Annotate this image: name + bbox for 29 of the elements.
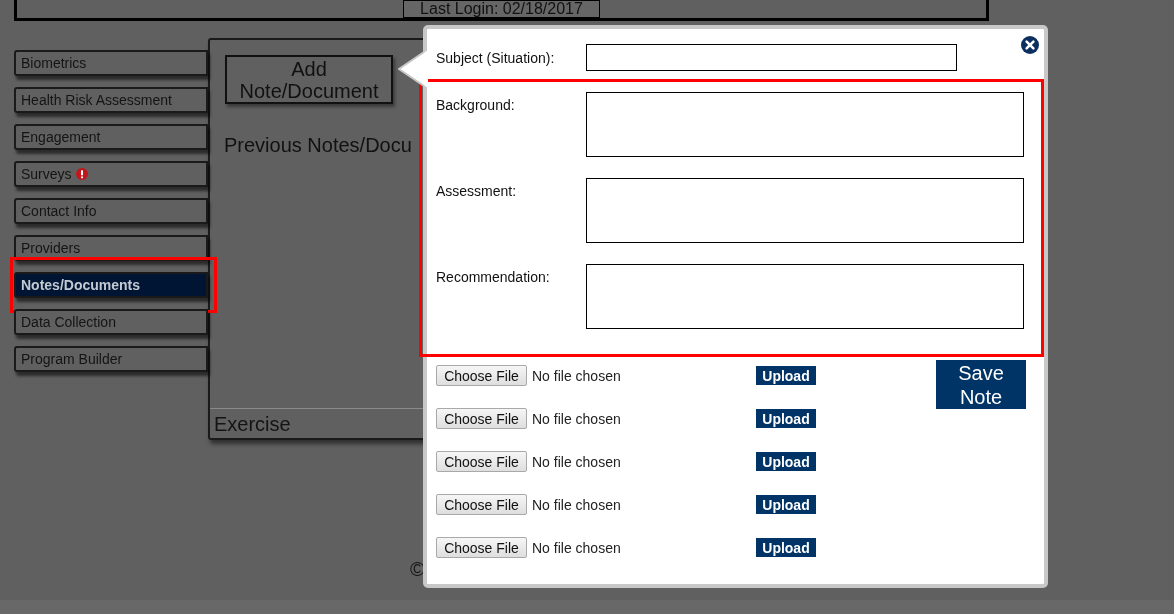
close-icon[interactable] [1021,36,1039,54]
text-area-field[interactable] [586,264,1024,329]
choose-file-button[interactable]: Choose File [436,408,527,429]
file-status-text: No file chosen [532,367,622,384]
upload-button[interactable]: Upload [756,538,816,557]
text-area-field[interactable] [586,92,1024,157]
file-status-text: No file chosen [532,410,622,427]
choose-file-button[interactable]: Choose File [436,494,527,515]
save-note-button[interactable]: Save Note [936,360,1026,409]
text-area-field[interactable] [586,178,1024,243]
choose-file-button[interactable]: Choose File [436,365,527,386]
file-status-text: No file chosen [532,496,622,513]
upload-button[interactable]: Upload [756,366,816,385]
sidebar-tab[interactable]: Notes/Documents [14,272,208,298]
file-status-text: No file chosen [532,539,622,556]
section-title: Exercise [214,413,291,437]
field-label: Assessment: [436,182,517,199]
upload-button[interactable]: Upload [756,495,816,514]
file-status-text: No file chosen [532,453,622,470]
field-label: Subject (Situation): [436,49,555,66]
text-input-field[interactable] [586,44,957,71]
field-label: Recommendation: [436,268,550,285]
last-login-label: Last Login: 02/18/2017 [403,0,600,18]
choose-file-button[interactable]: Choose File [436,451,527,472]
previous-notes-heading: Previous Notes/Docu [224,134,412,157]
upload-button[interactable]: Upload [756,409,816,428]
field-label: Background: [436,96,515,113]
upload-button[interactable]: Upload [756,452,816,471]
choose-file-button[interactable]: Choose File [436,537,527,558]
